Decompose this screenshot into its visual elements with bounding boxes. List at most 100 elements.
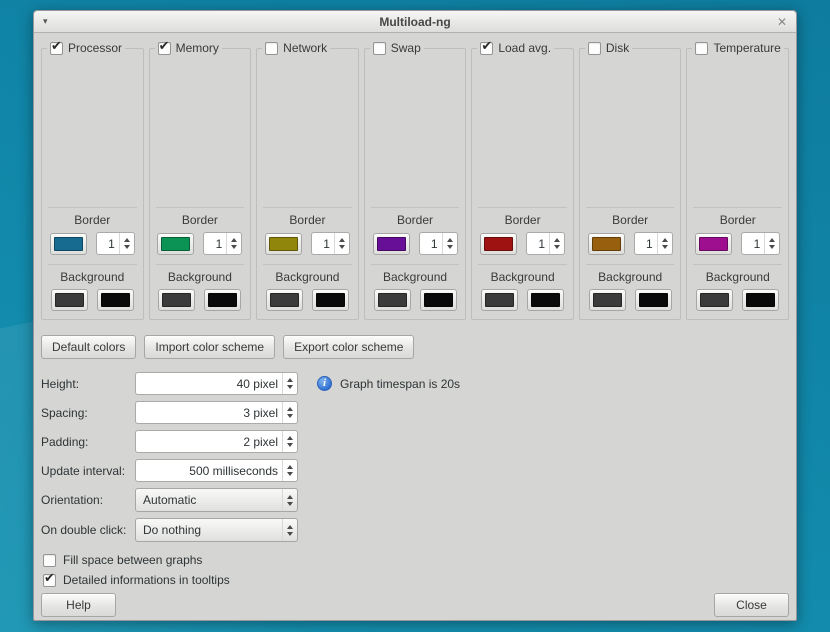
settings-field[interactable]: 3 pixel [135,401,298,424]
border-color-button[interactable] [372,232,410,255]
export-color-scheme-button[interactable]: Export color scheme [283,335,415,359]
spin-down-icon[interactable] [287,472,293,476]
border-color-button[interactable] [480,232,518,255]
settings-field[interactable]: 40 pixel [135,372,298,395]
border-color-button[interactable] [264,232,302,255]
background-color2-button[interactable] [634,289,672,311]
spin-up-icon[interactable] [287,436,293,440]
background-color1-button[interactable] [696,289,734,311]
graph-enable-checkbox[interactable] [265,41,279,55]
field-arrows[interactable] [282,460,297,481]
border-width-spinbox[interactable]: 1 [203,232,243,255]
spin-up-icon[interactable] [446,238,453,242]
spin-up-icon[interactable] [338,238,345,242]
graph-enable-checkbox[interactable] [480,38,494,55]
field-arrows[interactable] [282,431,297,452]
border-color-button[interactable] [49,232,87,255]
field-arrows[interactable] [282,373,297,394]
titlebar[interactable]: ▾ Multiload-ng ✕ [34,11,796,33]
settings-field[interactable]: Automatic [135,488,298,512]
spin-down-icon[interactable] [554,245,561,249]
background-color2-button[interactable] [419,289,457,311]
settings-field[interactable]: Do nothing [135,518,298,542]
border-width-spinbox[interactable]: 1 [526,232,566,255]
background-color1-swatch [700,293,730,307]
border-width-spinbox[interactable]: 1 [741,232,781,255]
spinbox-arrows[interactable] [226,233,241,254]
spin-up-icon[interactable] [661,238,668,242]
border-row: 1 [477,232,568,255]
border-color-button[interactable] [157,232,195,255]
default-colors-button[interactable]: Default colors [41,335,137,359]
graph-enable-checkbox[interactable] [587,41,601,55]
spin-down-icon[interactable] [287,443,293,447]
background-color1-button[interactable] [588,289,626,311]
background-color1-button[interactable] [373,289,411,311]
graph-frame: Network Border 1 Background [256,41,359,320]
settings-row: Spacing: 3 pixel [41,401,789,424]
spin-down-icon[interactable] [446,245,453,249]
spin-up-icon[interactable] [287,407,293,411]
background-color1-button[interactable] [481,289,519,311]
graph-enable-checkbox[interactable] [157,38,171,55]
spin-down-icon[interactable] [231,245,238,249]
settings-field[interactable]: 2 pixel [135,430,298,453]
spinbox-arrows[interactable] [333,233,349,254]
spin-up-icon[interactable] [287,378,293,382]
border-color-button[interactable] [587,232,625,255]
option-row[interactable]: Fill space between graphs [41,553,789,567]
background-color1-button[interactable] [265,289,303,311]
background-color1-button[interactable] [50,289,88,311]
settings-field[interactable]: 500 milliseconds [135,459,298,482]
window-menu-icon[interactable]: ▾ [43,16,57,27]
option-checkbox[interactable] [43,553,56,567]
graph-enable-checkbox[interactable] [695,41,709,55]
background-color2-button[interactable] [204,289,242,311]
spinbox-arrows[interactable] [549,233,564,254]
border-width-spinbox[interactable]: 1 [418,232,458,255]
spin-down-icon[interactable] [769,245,776,249]
spin-up-icon[interactable] [287,494,293,499]
spin-up-icon[interactable] [287,524,293,529]
border-width-spinbox[interactable]: 1 [95,232,135,255]
border-width-spinbox[interactable]: 1 [310,232,350,255]
window-close-icon[interactable]: ✕ [773,15,787,29]
background-color2-button[interactable] [527,289,565,311]
spin-down-icon[interactable] [123,245,130,249]
background-color2-button[interactable] [96,289,134,311]
option-checkbox[interactable] [43,570,56,587]
spin-down-icon[interactable] [287,414,293,418]
option-row[interactable]: Detailed informations in tooltips [41,570,789,587]
close-button[interactable]: Close [714,593,789,617]
spin-down-icon[interactable] [661,245,668,249]
spinbox-arrows[interactable] [764,233,779,254]
field-arrows[interactable] [282,519,297,541]
spin-down-icon[interactable] [338,245,345,249]
background-color2-button[interactable] [311,289,349,311]
field-arrows[interactable] [282,402,297,423]
spinbox-arrows[interactable] [118,233,134,254]
border-width-spinbox[interactable]: 1 [633,232,673,255]
import-color-scheme-button[interactable]: Import color scheme [144,335,276,359]
field-arrows[interactable] [282,489,297,511]
separator [478,207,567,208]
spin-up-icon[interactable] [769,238,776,242]
spin-down-icon[interactable] [287,501,293,506]
border-row: 1 [47,232,138,255]
spin-up-icon[interactable] [554,238,561,242]
spinbox-arrows[interactable] [656,233,672,254]
background-color2-button[interactable] [742,289,780,311]
help-button[interactable]: Help [41,593,116,617]
settings-label: Height: [41,376,80,391]
spin-up-icon[interactable] [287,465,293,469]
spin-down-icon[interactable] [287,531,293,536]
border-color-button[interactable] [695,232,733,255]
spin-up-icon[interactable] [231,238,238,242]
spinbox-arrows[interactable] [441,233,457,254]
graph-enable-checkbox[interactable] [372,41,386,55]
graph-enable-checkbox[interactable] [50,38,63,55]
spin-up-icon[interactable] [123,238,130,242]
graph-title: Processor [68,41,123,55]
spin-down-icon[interactable] [287,385,293,389]
background-color1-button[interactable] [158,289,196,311]
